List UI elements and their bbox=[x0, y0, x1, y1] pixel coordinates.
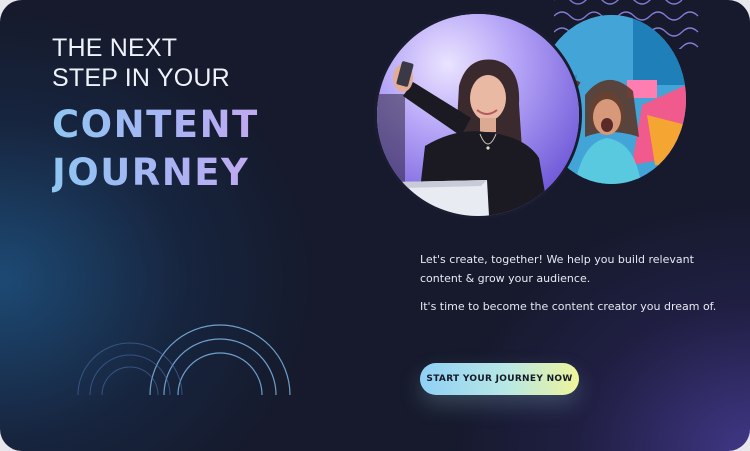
headline-line-2: STEP IN YOUR bbox=[52, 64, 230, 92]
headline-line-1: THE NEXT bbox=[52, 34, 178, 62]
concentric-rings-decoration bbox=[77, 324, 291, 396]
promo-card: THE NEXT STEP IN YOUR CONTENT JOURNEY Le… bbox=[0, 0, 750, 451]
intro-paragraph: Let's create, together! We help you buil… bbox=[420, 253, 694, 285]
headline-line-4: JOURNEY bbox=[52, 149, 249, 197]
main-photo bbox=[377, 14, 579, 216]
headline-line-3: CONTENT bbox=[52, 101, 259, 149]
start-journey-button[interactable]: START YOUR JOURNEY NOW bbox=[420, 363, 579, 395]
secondary-paragraph: It's time to become the content creator … bbox=[420, 300, 717, 313]
